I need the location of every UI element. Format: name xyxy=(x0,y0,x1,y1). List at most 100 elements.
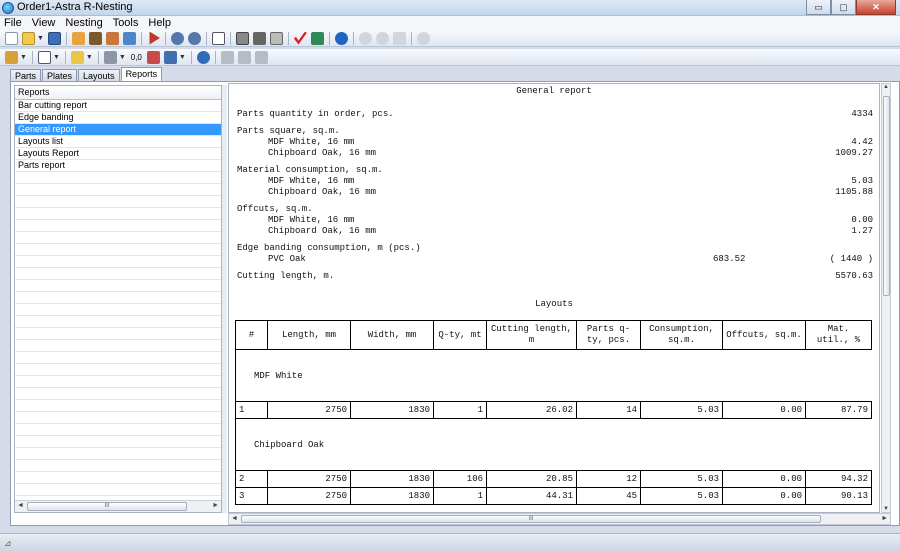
zoom-in-icon[interactable] xyxy=(358,31,372,45)
parts-qty-value: 4334 xyxy=(851,109,873,119)
cell: 45 xyxy=(576,487,641,505)
calculator-icon[interactable] xyxy=(235,31,249,45)
table-row: 3 2750 1830 1 44.31 45 5.03 0.00 90.13 xyxy=(235,487,872,505)
check-icon[interactable] xyxy=(293,31,307,45)
scroll-left-arrow[interactable]: ◄ xyxy=(17,502,24,509)
material-consumption-label: Material consumption, sq.m. xyxy=(237,165,383,175)
offcuts-material: MDF White, 16 mm xyxy=(268,215,355,225)
list-icon[interactable] xyxy=(37,50,51,64)
cut-icon[interactable] xyxy=(220,50,234,64)
copy-icon[interactable] xyxy=(237,50,251,64)
report-item-layouts-report[interactable]: Layouts Report xyxy=(15,148,221,160)
maximize-button[interactable]: ▢ xyxy=(831,0,856,15)
chevron-down-icon[interactable]: ▼ xyxy=(86,54,93,61)
column-header: Parts q-ty, pcs. xyxy=(576,320,641,350)
group-row: MDF White xyxy=(235,349,872,402)
edge-material: PVC Oak xyxy=(268,254,306,264)
consumption-material: MDF White, 16 mm xyxy=(268,176,355,186)
help-icon[interactable] xyxy=(334,31,348,45)
scroll-left-arrow[interactable]: ◄ xyxy=(231,515,238,522)
zoom-out-icon[interactable] xyxy=(375,31,389,45)
edge-icon[interactable] xyxy=(70,50,84,64)
status-grip-icon: ⊿ xyxy=(4,538,12,548)
toolbar-separator xyxy=(140,31,142,45)
menu-help[interactable]: Help xyxy=(148,17,171,29)
toolbar-separator xyxy=(205,31,207,45)
tab-reports[interactable]: Reports xyxy=(120,67,163,82)
cell: 5.03 xyxy=(640,470,723,488)
scroll-thumb[interactable]: III xyxy=(241,515,821,523)
scroll-right-arrow[interactable]: ► xyxy=(212,502,219,509)
print-icon[interactable] xyxy=(252,31,266,45)
chevron-down-icon[interactable]: ▼ xyxy=(119,54,126,61)
tab-strip: Parts Plates Layouts Reports xyxy=(10,66,163,82)
numbering-icon[interactable] xyxy=(146,50,160,64)
pan-icon[interactable] xyxy=(392,31,406,45)
grid-icon[interactable] xyxy=(103,50,117,64)
main-toolbar: ▼ xyxy=(0,30,900,47)
column-header: Mat. util., % xyxy=(805,320,872,350)
edge-length: 683.52 xyxy=(713,254,746,264)
toolbar-separator xyxy=(328,31,330,45)
zoom-fit-icon[interactable] xyxy=(416,31,430,45)
parts-icon[interactable] xyxy=(71,31,85,45)
report-item-general[interactable]: General report xyxy=(15,124,221,136)
scroll-down-arrow[interactable]: ▼ xyxy=(883,506,889,512)
report-icon[interactable] xyxy=(122,31,136,45)
scroll-thumb[interactable] xyxy=(883,96,890,296)
report-item-parts[interactable]: Parts report xyxy=(15,160,221,172)
edge-pcs: ( 1440 ) xyxy=(829,254,873,264)
chevron-down-icon[interactable]: ▼ xyxy=(20,54,27,61)
print-preview-icon[interactable] xyxy=(269,31,283,45)
report-hscrollbar[interactable]: ◄ III ► xyxy=(228,513,891,525)
material-icon[interactable] xyxy=(5,50,18,64)
consumption-value: 5.03 xyxy=(851,176,873,186)
offcuts-value: 0.00 xyxy=(851,215,873,225)
open-folder-icon[interactable] xyxy=(22,31,35,45)
scroll-right-arrow[interactable]: ► xyxy=(881,515,888,522)
save-icon[interactable] xyxy=(47,31,61,45)
paste-icon[interactable] xyxy=(254,50,268,64)
scroll-thumb[interactable]: III xyxy=(27,502,187,511)
menu-view[interactable]: View xyxy=(32,17,56,29)
table-header-row: # Length, mm Width, mm Q-ty, mt Cutting … xyxy=(235,320,872,350)
group-name: MDF White xyxy=(235,349,872,402)
panel-splitter[interactable] xyxy=(222,85,227,513)
report-item-edge-banding[interactable]: Edge banding xyxy=(15,112,221,124)
report-item-layouts-list[interactable]: Layouts list xyxy=(15,136,221,148)
toolbar-separator xyxy=(287,31,289,45)
scroll-up-arrow[interactable]: ▲ xyxy=(883,84,889,90)
report-vscrollbar[interactable]: ▲ ▼ xyxy=(881,83,891,513)
reports-list-hscrollbar[interactable]: ◄ III ► xyxy=(15,500,221,512)
menu-tools[interactable]: Tools xyxy=(113,17,139,29)
chevron-down-icon[interactable]: ▼ xyxy=(53,54,60,61)
origin-label[interactable]: 0,0 xyxy=(131,53,142,62)
cell: 20.85 xyxy=(486,470,577,488)
toolbar-separator xyxy=(164,31,166,45)
new-file-icon[interactable] xyxy=(5,31,18,45)
close-button[interactable]: ✕ xyxy=(856,0,896,15)
run-nesting-icon[interactable] xyxy=(149,31,160,45)
consumption-value: 1105.88 xyxy=(835,187,873,197)
plates-icon[interactable] xyxy=(88,31,102,45)
cell: 14 xyxy=(576,401,641,419)
cell: 1830 xyxy=(350,487,434,505)
undo-icon[interactable] xyxy=(170,31,184,45)
sort-icon[interactable] xyxy=(163,50,177,64)
chevron-down-icon[interactable]: ▼ xyxy=(37,35,44,42)
menu-nesting[interactable]: Nesting xyxy=(65,17,102,29)
cell: 90.13 xyxy=(805,487,872,505)
redo-icon[interactable] xyxy=(187,31,201,45)
report-item-bar-cutting[interactable]: Bar cutting report xyxy=(15,100,221,112)
info-icon[interactable] xyxy=(196,50,210,64)
offcuts-material: Chipboard Oak, 16 mm xyxy=(268,226,377,236)
layouts-icon[interactable] xyxy=(105,31,119,45)
menu-file[interactable]: File xyxy=(4,17,22,29)
cell: 5.03 xyxy=(640,487,723,505)
nesting-icon[interactable] xyxy=(310,31,324,45)
sum-icon[interactable] xyxy=(211,31,225,45)
cell: 0.00 xyxy=(722,401,806,419)
chevron-down-icon[interactable]: ▼ xyxy=(179,54,186,61)
minimize-button[interactable]: ▭ xyxy=(806,0,831,15)
table-row: 1 2750 1830 1 26.02 14 5.03 0.00 87.79 xyxy=(235,401,872,419)
